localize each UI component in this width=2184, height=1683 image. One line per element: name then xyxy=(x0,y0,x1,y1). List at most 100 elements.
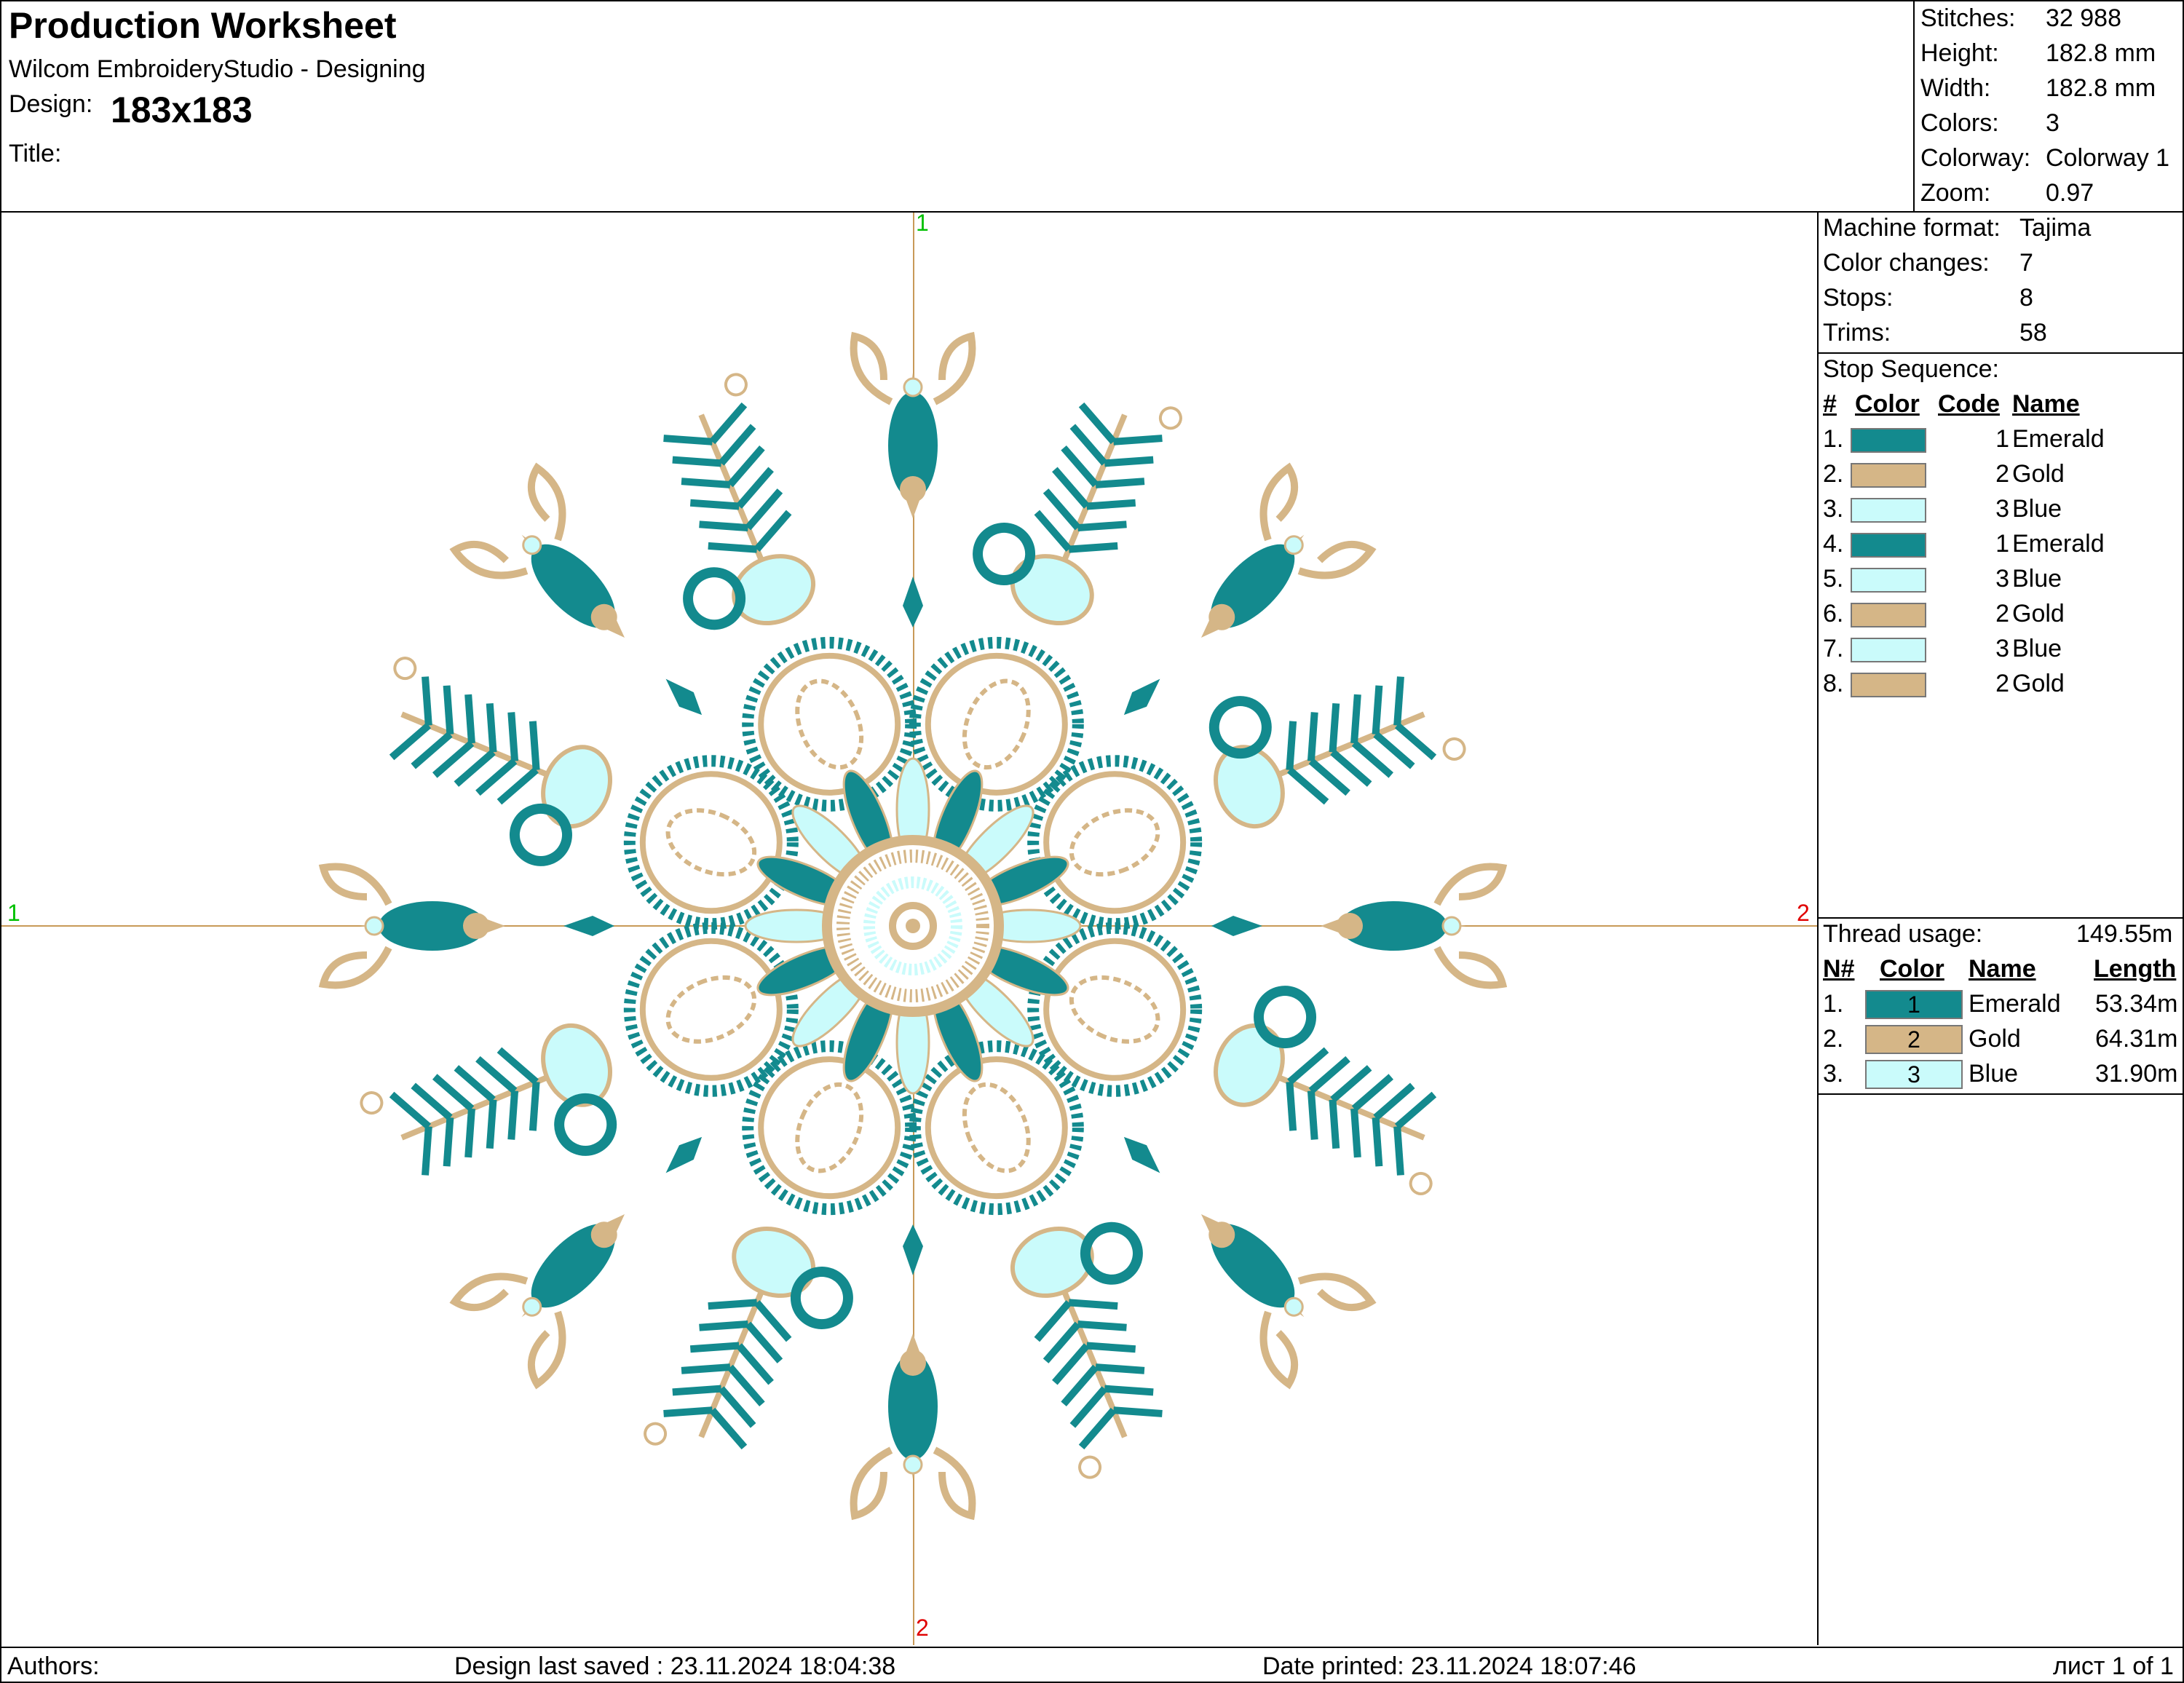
gold-scroll-right xyxy=(1433,946,1508,989)
gold-scroll-left xyxy=(1433,863,1508,906)
gold-scroll-right xyxy=(318,863,392,906)
stop-row-number: 3. xyxy=(1823,495,1844,523)
thread-col-length: Length xyxy=(2094,955,2177,983)
blue-tulip xyxy=(1213,1023,1285,1107)
date-printed: Date printed: 23.11.2024 18:07:46 xyxy=(1262,1652,1637,1680)
stop-row-name: Blue xyxy=(2012,565,2062,593)
info-panel: Machine format: Tajima Color changes: 7 … xyxy=(1819,213,2183,1645)
machine-info: Machine format: Tajima Color changes: 7 … xyxy=(1819,213,2183,354)
gold-scroll-right xyxy=(527,462,566,542)
stop-sequence-title: Stop Sequence: xyxy=(1823,355,1999,383)
stitches-label: Stitches: xyxy=(1920,4,2016,32)
blue-tulip xyxy=(541,745,613,829)
stop-row-swatch xyxy=(1851,568,1926,593)
stop-row-number: 6. xyxy=(1823,600,1844,627)
blue-bead xyxy=(903,1454,923,1475)
stop-row-number: 7. xyxy=(1823,635,1844,662)
app-name: Wilcom EmbroideryStudio - Designing xyxy=(9,55,426,83)
width-value: 182.8 mm xyxy=(2046,74,2156,102)
teal-curl xyxy=(683,567,746,630)
page-number: лист 1 of 1 xyxy=(2053,1652,2174,1680)
thread-row-length: 64.31m xyxy=(2095,1025,2178,1053)
thread-row-name: Gold xyxy=(1969,1025,2021,1053)
thread-row-swatch: 1 xyxy=(1865,990,1963,1019)
title-label: Title: xyxy=(9,140,62,167)
stop-row-swatch xyxy=(1851,638,1926,662)
medallion-petal xyxy=(1069,975,1160,1044)
thread-row-swatch: 2 xyxy=(1865,1025,1963,1054)
gold-scroll-right xyxy=(1259,1310,1299,1390)
stop-row-name: Blue xyxy=(2012,635,2062,662)
small-diamond xyxy=(1123,1136,1160,1173)
stop-row-swatch xyxy=(1851,463,1926,488)
blue-bead xyxy=(364,916,384,936)
gold-bead xyxy=(463,913,489,939)
colorway-value: Colorway 1 xyxy=(2046,144,2170,172)
stop-row-number: 5. xyxy=(1823,565,1844,593)
thread-row-name: Blue xyxy=(1969,1060,2019,1088)
height-value: 182.8 mm xyxy=(2046,39,2156,67)
gold-scroll-left xyxy=(1297,1272,1377,1312)
stops-value: 8 xyxy=(2019,284,2033,312)
radial-ornament xyxy=(850,331,976,862)
gold-star xyxy=(1409,1171,1433,1195)
blue-bead xyxy=(1441,916,1462,936)
color-changes-label: Color changes: xyxy=(1823,249,1990,277)
thread-row-number: 2. xyxy=(1823,1025,1844,1053)
small-diamond xyxy=(1211,916,1262,936)
medallion-ring-inner xyxy=(925,1056,1068,1200)
footer: Authors: Design last saved : 23.11.2024 … xyxy=(1,1647,2183,1683)
gold-star xyxy=(724,373,748,397)
worksheet-title: Production Worksheet xyxy=(9,5,397,46)
stop-row-code: 1 xyxy=(1995,425,2009,453)
medallion-ring-inner xyxy=(758,1056,901,1200)
medallion-ring-inner xyxy=(1043,771,1187,914)
radial-ornament xyxy=(850,990,976,1521)
stop-col-name: Name xyxy=(2012,390,2080,418)
colors-label: Colors: xyxy=(1920,109,1999,137)
gold-scroll-left xyxy=(850,331,893,405)
medallion-petal xyxy=(795,678,864,770)
blue-tulip xyxy=(732,1226,816,1298)
medallion-petal xyxy=(962,1082,1031,1173)
stop-row-number: 1. xyxy=(1823,425,1844,453)
design-canvas: 1 2 1 2 xyxy=(1,210,1819,1645)
width-label: Width: xyxy=(1920,74,1991,102)
medallion-ring-inner xyxy=(639,938,783,1081)
stops-label: Stops: xyxy=(1823,284,1894,312)
small-diamond xyxy=(665,678,703,716)
stop-row-code: 3 xyxy=(1995,495,2009,523)
gold-bead xyxy=(900,1350,926,1376)
stop-row-swatch xyxy=(1851,533,1926,558)
colorway-label: Colorway: xyxy=(1920,144,2031,172)
stop-row-number: 4. xyxy=(1823,530,1844,558)
stop-row-swatch xyxy=(1851,603,1926,627)
stop-row-code: 2 xyxy=(1995,670,2009,697)
medallion-petal xyxy=(1069,808,1160,877)
thread-row-number: 1. xyxy=(1823,990,1844,1018)
stitches-value: 32 988 xyxy=(2046,4,2121,32)
gold-bead xyxy=(900,476,926,502)
zoom-label: Zoom: xyxy=(1920,179,1991,207)
gold-scroll-right xyxy=(449,1272,529,1312)
stop-row-code: 3 xyxy=(1995,565,2009,593)
design-label: Design: xyxy=(9,90,93,118)
thread-col-color: Color xyxy=(1880,955,1944,983)
thread-row-length: 31.90m xyxy=(2095,1060,2178,1088)
small-diamond xyxy=(903,577,923,627)
stop-col-color: Color xyxy=(1855,390,1920,418)
color-changes-value: 7 xyxy=(2019,249,2033,277)
stop-row-name: Emerald xyxy=(2012,425,2105,453)
stop-row-name: Gold xyxy=(2012,460,2065,488)
embroidery-design xyxy=(318,331,1508,1521)
teal-curl xyxy=(1208,696,1272,759)
thread-col-number: N# xyxy=(1823,955,1855,983)
thread-row-number: 3. xyxy=(1823,1060,1844,1088)
gold-scroll-left xyxy=(527,1310,566,1390)
medallion-ring-inner xyxy=(1043,938,1187,1081)
blue-bead xyxy=(903,377,923,397)
gold-star xyxy=(1078,1455,1102,1479)
gold-star xyxy=(393,657,417,681)
colors-value: 3 xyxy=(2046,109,2060,137)
gold-scroll-left xyxy=(933,1446,976,1521)
